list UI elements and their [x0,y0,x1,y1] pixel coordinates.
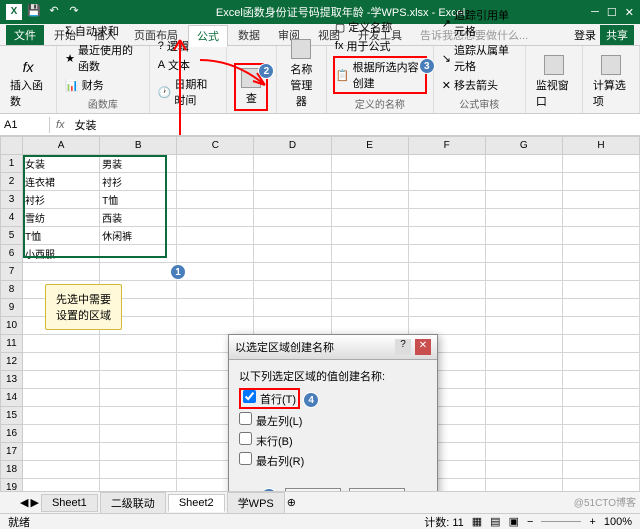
name-manager-button[interactable]: 名称 管理器 [283,37,320,111]
view-break-icon[interactable]: ▣ [509,515,519,528]
zoom-level[interactable]: 100% [604,516,632,528]
fx-icon[interactable]: fx [50,119,71,131]
view-layout-icon[interactable]: ▤ [490,515,500,528]
dialog-close-icon[interactable]: ✕ [415,339,431,355]
dialog-help-icon[interactable]: ? [395,339,411,355]
status-count: 计数: 11 [424,514,464,530]
badge-1: 1 [170,264,186,280]
close-icon[interactable]: ✕ [625,6,634,19]
save-icon[interactable]: 💾 [26,4,42,20]
quick-access: 💾 ↶ ↷ [26,4,82,20]
status-ready: 就绪 [8,514,30,530]
callout-tip: 先选中需要 设置的区域 [45,284,122,330]
calc-options-button[interactable]: 计算选项 [589,53,633,111]
watermark: @51CTO博客 [574,494,636,509]
trace-dependents-button[interactable]: ↘ 追踪从属单元格 [440,41,519,75]
recent-fn-button[interactable]: ★ 最近使用的函数 [63,41,143,75]
create-names-dialog: 以选定区域创建名称 ? ✕ 以下列选定区域的值创建名称: 首行(T) 4 最左列… [228,334,438,506]
sheet-nav-icon[interactable]: ▶ [30,496,38,509]
sheet-tab[interactable]: 学WPS [227,492,285,514]
add-sheet-icon[interactable]: ⊕ [287,496,296,509]
login-link[interactable]: 登录 [574,27,596,43]
zoom-in-icon[interactable]: + [589,516,595,528]
watch-window-button[interactable]: 监视窗口 [532,53,576,111]
sheet-tab[interactable]: 二级联动 [100,492,166,514]
name-box[interactable]: A1 [0,117,50,133]
dialog-label: 以下列选定区域的值创建名称: [239,368,427,384]
trace-precedents-button[interactable]: ↗ 追踪引用单元格 [440,6,519,40]
maximize-icon[interactable]: ☐ [607,6,617,19]
opt-left-col[interactable]: 最左列(L) [239,412,427,429]
tab-data[interactable]: 数据 [230,25,268,45]
tab-file[interactable]: 文件 [6,25,44,45]
opt-top-row[interactable]: 首行(T) 4 [239,388,427,409]
excel-icon: X [6,4,22,20]
zoom-slider[interactable] [541,521,581,522]
sheet-tab[interactable]: Sheet1 [41,494,98,512]
dialog-title: 以选定区域创建名称 [235,339,334,355]
autosum-button[interactable]: Σ 自动求和 [63,22,143,40]
redo-icon[interactable]: ↷ [66,4,82,20]
insert-function-button[interactable]: fx插入函数 [6,57,50,111]
text-button[interactable]: A 文本 [156,56,220,74]
tab-formulas[interactable]: 公式 [188,25,228,47]
badge-2: 2 [258,63,274,79]
opt-right-col[interactable]: 最右列(R) [239,452,427,469]
sheet-nav-icon[interactable]: ◀ [20,496,28,509]
use-formula-button[interactable]: fx 用于公式 [333,37,427,55]
opt-bottom-row[interactable]: 末行(B) [239,432,427,449]
financial-button[interactable]: 📊 财务 [63,76,143,94]
formula-bar[interactable]: 女装 [71,115,640,135]
date-button[interactable]: 🕐 日期和时间 [156,75,220,109]
badge-4: 4 [303,392,319,408]
view-normal-icon[interactable]: ▦ [472,515,482,528]
minimize-icon[interactable]: ─ [591,6,599,19]
badge-3: 3 [419,58,435,74]
undo-icon[interactable]: ↶ [46,4,62,20]
sheet-tab-active[interactable]: Sheet2 [168,494,225,512]
zoom-out-icon[interactable]: − [527,516,533,528]
create-from-selection-button[interactable]: 📋 根据所选内容创建3 [333,56,427,94]
remove-arrows-button[interactable]: ✕ 移去箭头 [440,76,519,94]
share-button[interactable]: 共享 [600,25,634,45]
define-name-button[interactable]: ▢ 定义名称 [333,18,427,36]
